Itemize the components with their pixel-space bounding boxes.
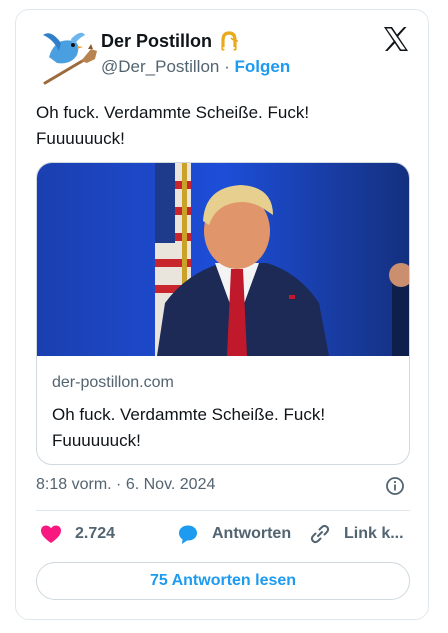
follow-button[interactable]: Folgen	[235, 57, 291, 76]
horseshoe-icon	[221, 31, 239, 51]
handle-row: @Der_Postillon · Folgen	[101, 57, 290, 77]
link-preview-image[interactable]	[37, 163, 409, 356]
reply-label: Antworten	[212, 525, 292, 542]
heart-icon	[41, 525, 61, 543]
action-bar: 2.724 Antworten Link k...	[36, 522, 412, 552]
info-icon[interactable]	[385, 476, 405, 496]
x-logo-icon[interactable]	[382, 25, 410, 53]
account-handle[interactable]: @Der_Postillon	[101, 57, 219, 76]
like-count: 2.724	[75, 525, 116, 542]
account-name[interactable]: Der Postillon	[101, 31, 212, 52]
like-button[interactable]: 2.724	[39, 522, 115, 546]
copy-link-button[interactable]: Link k...	[308, 522, 404, 546]
link-preview-card[interactable]: der-postillon.com Oh fuck. Verdammte Sch…	[36, 162, 410, 465]
copy-link-label: Link k...	[344, 525, 404, 542]
tweet-text: Oh fuck. Verdammte Scheiße. Fuck! Fuuuuu…	[36, 103, 310, 148]
link-domain: der-postillon.com	[52, 374, 174, 391]
link-icon	[310, 524, 330, 544]
tweet-card: Der Postillon @Der_Postillon · Folgen Oh…	[15, 9, 429, 620]
read-replies-button[interactable]: 75 Antworten lesen	[36, 562, 410, 600]
date-separator: ·	[116, 476, 122, 493]
timestamp[interactable]: 8:18 vorm. · 6. Nov. 2024	[36, 476, 215, 494]
handle-separator: ·	[224, 57, 230, 76]
tweet-date: 6. Nov. 2024	[125, 476, 216, 493]
tweet-time: 8:18 vorm.	[36, 476, 112, 493]
divider	[36, 510, 410, 511]
speech-bubble-icon	[179, 525, 197, 544]
link-title: Oh fuck. Verdammte Scheiße. Fuck! Fuuuuu…	[52, 405, 326, 450]
reply-button[interactable]: Antworten	[176, 522, 291, 546]
avatar[interactable]	[41, 27, 99, 85]
